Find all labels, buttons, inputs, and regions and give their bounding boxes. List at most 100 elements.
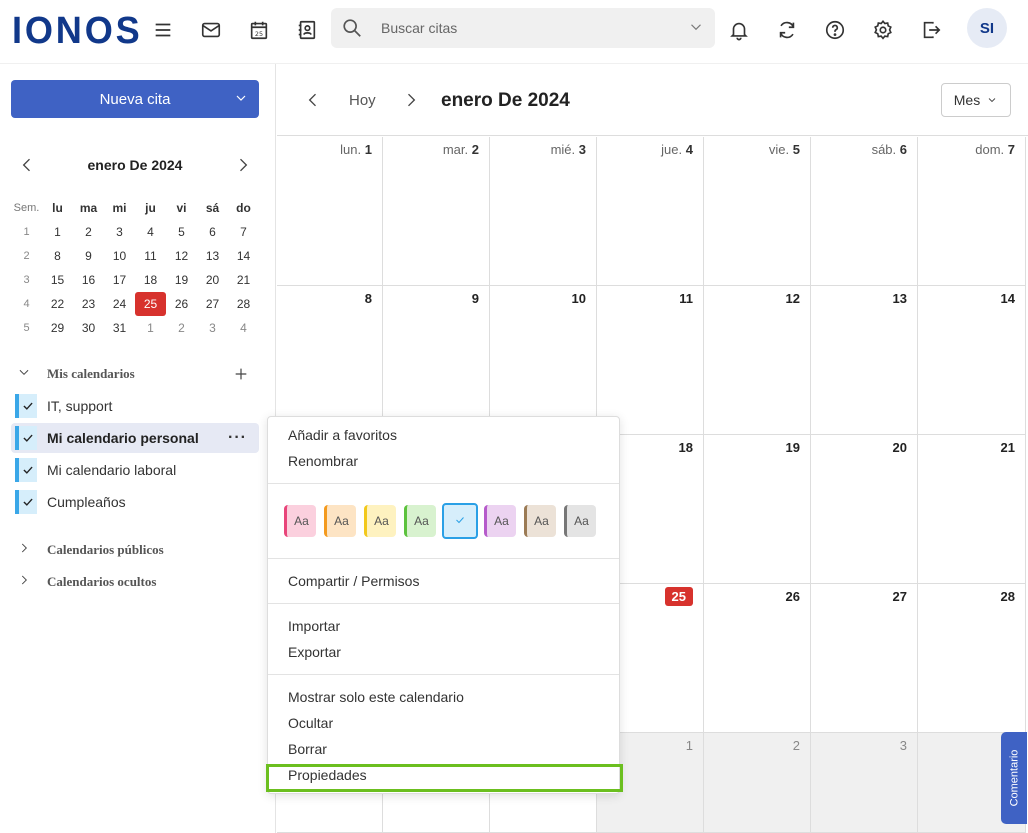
- mini-calendar-day[interactable]: 23: [73, 292, 104, 316]
- day-cell[interactable]: 12: [704, 286, 811, 435]
- chevron-down-icon[interactable]: [687, 18, 705, 36]
- day-cell[interactable]: mié. 3: [490, 137, 597, 286]
- mini-calendar-day[interactable]: 12: [166, 244, 197, 268]
- menu-item-share[interactable]: Compartir / Permisos: [288, 571, 419, 591]
- mini-calendar-day[interactable]: 20: [197, 268, 228, 292]
- mini-calendar-day[interactable]: 9: [73, 244, 104, 268]
- mini-calendar-day[interactable]: 26: [166, 292, 197, 316]
- color-swatch-gray[interactable]: Aa: [564, 505, 596, 537]
- day-cell[interactable]: 20: [811, 435, 918, 584]
- mini-calendar-day[interactable]: 28: [228, 292, 259, 316]
- search-input[interactable]: [381, 18, 681, 38]
- day-cell[interactable]: 11: [597, 286, 704, 435]
- previous-month-icon[interactable]: [303, 90, 323, 110]
- mini-calendar-day[interactable]: 6: [197, 220, 228, 244]
- bell-icon[interactable]: [723, 14, 755, 46]
- logout-icon[interactable]: [915, 14, 947, 46]
- mini-calendar-day[interactable]: 16: [73, 268, 104, 292]
- mini-calendar-day[interactable]: 1: [135, 316, 166, 340]
- color-swatch-brown[interactable]: Aa: [524, 505, 556, 537]
- public-calendars-header[interactable]: Calendarios públicos: [11, 538, 259, 562]
- calendar-icon[interactable]: 25: [243, 14, 275, 46]
- mini-calendar-day[interactable]: 27: [197, 292, 228, 316]
- menu-item-show-only[interactable]: Mostrar solo este calendario: [288, 687, 464, 707]
- hidden-calendars-header[interactable]: Calendarios ocultos: [11, 570, 259, 594]
- mini-calendar-day[interactable]: 10: [104, 244, 135, 268]
- chevron-down-icon[interactable]: [233, 90, 249, 106]
- chevron-right-icon[interactable]: [17, 573, 35, 591]
- day-cell[interactable]: sáb. 6: [811, 137, 918, 286]
- check-icon[interactable]: [15, 490, 37, 514]
- day-cell[interactable]: mar. 2: [383, 137, 490, 286]
- chevron-right-icon[interactable]: [17, 541, 35, 559]
- day-cell[interactable]: 21: [918, 435, 1026, 584]
- menu-item-rename[interactable]: Renombrar: [288, 451, 358, 471]
- mini-calendar-day[interactable]: 15: [42, 268, 73, 292]
- plus-icon[interactable]: [233, 366, 251, 384]
- gear-icon[interactable]: [867, 14, 899, 46]
- calendar-item-personal[interactable]: Mi calendario personal ···: [11, 423, 259, 453]
- mini-calendar-day[interactable]: 4: [228, 316, 259, 340]
- new-appointment-button[interactable]: Nueva cita: [11, 80, 259, 118]
- day-cell[interactable]: lun. 1: [277, 137, 383, 286]
- color-swatch-yellow[interactable]: Aa: [364, 505, 396, 537]
- calendar-item-work[interactable]: Mi calendario laboral: [11, 455, 259, 485]
- day-cell[interactable]: dom. 7: [918, 137, 1026, 286]
- next-month-icon[interactable]: [401, 90, 421, 110]
- contacts-icon[interactable]: [291, 14, 323, 46]
- mini-calendar-day[interactable]: 22: [42, 292, 73, 316]
- day-cell-next-month[interactable]: 3: [811, 733, 918, 833]
- menu-item-export[interactable]: Exportar: [288, 642, 341, 662]
- day-cell[interactable]: 13: [811, 286, 918, 435]
- mini-calendar-day[interactable]: 21: [228, 268, 259, 292]
- day-cell[interactable]: vie. 5: [704, 137, 811, 286]
- mini-calendar-day[interactable]: 8: [42, 244, 73, 268]
- menu-item-hide[interactable]: Ocultar: [288, 713, 333, 733]
- view-selector[interactable]: Mes: [941, 83, 1011, 117]
- day-cell[interactable]: 19: [704, 435, 811, 584]
- chevron-down-icon[interactable]: [17, 365, 35, 383]
- color-swatch-pink[interactable]: Aa: [284, 505, 316, 537]
- mini-calendar-day[interactable]: 3: [104, 220, 135, 244]
- color-swatch-green[interactable]: Aa: [404, 505, 436, 537]
- chevron-right-icon[interactable]: [233, 155, 253, 175]
- mini-calendar-day[interactable]: 2: [73, 220, 104, 244]
- feedback-tab[interactable]: Comentario: [1001, 732, 1027, 824]
- mini-calendar-day[interactable]: 5: [166, 220, 197, 244]
- calendar-item-birthdays[interactable]: Cumpleaños: [11, 487, 259, 517]
- more-options-icon[interactable]: ···: [228, 429, 247, 447]
- day-cell[interactable]: 9: [383, 286, 490, 435]
- color-swatch-purple[interactable]: Aa: [484, 505, 516, 537]
- mini-calendar-day[interactable]: 31: [104, 316, 135, 340]
- mini-calendar-day[interactable]: 30: [73, 316, 104, 340]
- day-cell[interactable]: 8: [277, 286, 383, 435]
- mini-calendar-day[interactable]: 29: [42, 316, 73, 340]
- menu-icon[interactable]: [147, 14, 179, 46]
- menu-item-add-favorites[interactable]: Añadir a favoritos: [288, 425, 397, 445]
- help-icon[interactable]: [819, 14, 851, 46]
- color-swatch-orange[interactable]: Aa: [324, 505, 356, 537]
- mini-calendar-day[interactable]: 1: [42, 220, 73, 244]
- mini-calendar-day[interactable]: 19: [166, 268, 197, 292]
- mini-calendar-day-today[interactable]: 25: [135, 292, 166, 316]
- mini-calendar-day[interactable]: 4: [135, 220, 166, 244]
- day-cell[interactable]: 14: [918, 286, 1026, 435]
- mini-calendar-day[interactable]: 24: [104, 292, 135, 316]
- mini-calendar-day[interactable]: 17: [104, 268, 135, 292]
- mail-icon[interactable]: [195, 14, 227, 46]
- check-icon[interactable]: [15, 394, 37, 418]
- menu-item-delete[interactable]: Borrar: [288, 739, 327, 759]
- day-cell-next-month[interactable]: 2: [704, 733, 811, 833]
- search-icon[interactable]: [341, 17, 363, 39]
- mini-calendar-day[interactable]: 3: [197, 316, 228, 340]
- day-cell[interactable]: 26: [704, 584, 811, 733]
- menu-item-import[interactable]: Importar: [288, 616, 340, 636]
- mini-calendar-day[interactable]: 13: [197, 244, 228, 268]
- check-icon[interactable]: [15, 426, 37, 450]
- mini-calendar-day[interactable]: 18: [135, 268, 166, 292]
- ionos-logo[interactable]: IONOS: [12, 10, 143, 53]
- calendar-item-it-support[interactable]: IT, support: [11, 391, 259, 421]
- mini-calendar-day[interactable]: 11: [135, 244, 166, 268]
- day-cell[interactable]: 28: [918, 584, 1026, 733]
- day-cell[interactable]: jue. 4: [597, 137, 704, 286]
